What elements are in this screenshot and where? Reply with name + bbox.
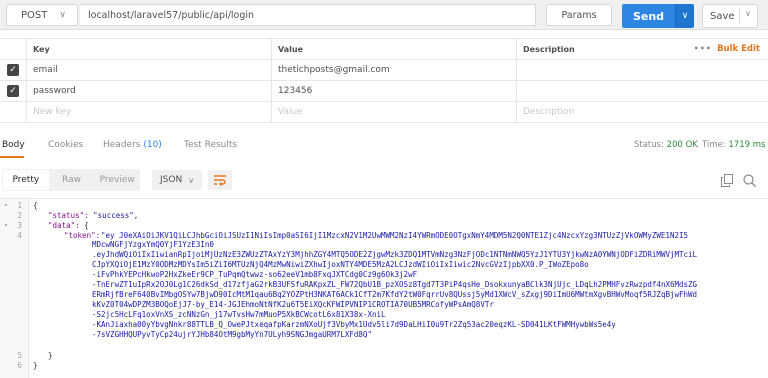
collapse-arrow-icon[interactable]: ▾	[4, 221, 8, 229]
more-options-icon[interactable]: •••	[694, 44, 712, 53]
url-input[interactable]: localhost/laravel57/public/api/login	[80, 4, 536, 26]
description-field[interactable]	[516, 81, 768, 101]
params-table-header: Key Value Description ••• Bulk Edit	[0, 38, 768, 60]
table-row: ✓ email thetichposts@gmail.com	[0, 60, 768, 81]
copy-icon[interactable]	[721, 174, 733, 187]
send-button[interactable]: Send	[622, 4, 675, 28]
raw-button[interactable]: Raw	[49, 170, 95, 190]
preview-button[interactable]: Preview	[94, 170, 140, 190]
key-column-header: Key	[26, 39, 271, 59]
response-tabs: Body Cookies Headers (10) Test Results S…	[0, 137, 768, 159]
chevron-down-icon: ∨	[188, 175, 195, 185]
json-line: "data": {	[48, 221, 89, 230]
status-indicator: Status: 200 OK	[634, 140, 698, 150]
value-column-header: Value	[271, 39, 516, 59]
tab-test-results[interactable]: Test Results	[184, 140, 237, 150]
json-close-brace: }	[48, 351, 53, 360]
token-value-line: -KAnJiaxha00yYbvgNnkr88TTLB_Q_OwePJtxeqa…	[92, 320, 616, 329]
request-bar: POST ∨ localhost/laravel57/public/api/lo…	[0, 0, 768, 30]
save-chevron-down-icon[interactable]: ∨	[745, 9, 751, 18]
save-button[interactable]: Save ∨	[702, 4, 758, 28]
line-number: 5	[17, 351, 22, 360]
save-divider	[739, 8, 740, 24]
table-row: ✓ password 123456	[0, 81, 768, 102]
time-indicator[interactable]: Time: 1719 ms	[702, 140, 765, 150]
line-number: 1	[17, 201, 22, 210]
value-field[interactable]: 123456	[271, 81, 516, 101]
time-value: 1719 ms	[728, 140, 766, 150]
json-line: "status": "success",	[48, 211, 139, 220]
token-value-line: -TnErwZT1uIpRx2OJ0Lg1C26dkSd_d17zfjaG2rk…	[92, 280, 698, 289]
headers-count-badge: (10)	[143, 140, 162, 150]
search-icon[interactable]	[743, 174, 756, 187]
wrap-icon[interactable]	[208, 170, 232, 190]
token-value-line: -iFvPhkYEPcHkwoP2HxZkeEr9CP_TuPqmQtwwz-s…	[92, 270, 418, 279]
key-field[interactable]: password	[26, 81, 271, 101]
line-number-gutter: 1 ▾ 2 3 ▾ 4 5 6	[0, 199, 29, 378]
params-table: Key Value Description ••• Bulk Edit ✓ em…	[0, 38, 768, 123]
save-label: Save	[710, 10, 735, 22]
pretty-button[interactable]: Pretty	[3, 170, 49, 190]
bulk-edit-link[interactable]: Bulk Edit	[717, 44, 760, 54]
collapse-arrow-icon[interactable]: ▾	[4, 201, 8, 209]
value-field[interactable]: thetichposts@gmail.com	[271, 60, 516, 80]
line-number: 3	[17, 221, 22, 230]
line-number: 6	[17, 361, 22, 370]
description-field[interactable]	[516, 60, 768, 80]
response-body[interactable]: 1 ▾ 2 3 ▾ 4 5 6 { "status": "success", "…	[0, 198, 768, 378]
method-select[interactable]: POST ∨	[6, 4, 78, 26]
token-value-line: MDcwNGFjYzgxYmQ0YjF1YzE3In0	[92, 240, 214, 249]
line-number: 2	[17, 211, 22, 220]
row-checkbox[interactable]: ✓	[7, 85, 19, 97]
new-key-input[interactable]: New key	[26, 102, 271, 122]
token-value-line: "ey J0eXAiOiJKV1QiLCJhbGciOiJSUzI1NiIsIm…	[101, 231, 688, 240]
token-value-line: CJpYXQiOjE1MzY0ODMzMDYsIm5iZiI6MTUzNjQ4M…	[92, 260, 589, 269]
description-column-header: Description ••• Bulk Edit	[516, 39, 768, 59]
tab-headers[interactable]: Headers (10)	[103, 140, 162, 150]
new-value-input[interactable]: Value	[271, 102, 516, 122]
token-value-line: -S2jc5HcLFq1oxVnXS_zcNNzGn_j17wTvsHw7mMu…	[92, 310, 386, 319]
token-value-line: .eyJhdWQiOiIxIiwianRpIjoiMjUzNzE3ZWUzZTA…	[92, 250, 698, 259]
row-checkbox[interactable]: ✓	[7, 64, 19, 76]
format-select[interactable]: JSON ∨	[152, 170, 202, 190]
line-number: 4	[17, 231, 22, 240]
key-field[interactable]: email	[26, 60, 271, 80]
params-button[interactable]: Params	[546, 4, 612, 26]
chevron-down-icon: ∨	[59, 10, 66, 20]
format-label: JSON	[160, 175, 183, 185]
active-tab-indicator	[0, 156, 24, 158]
method-label: POST	[21, 9, 48, 21]
new-description-input[interactable]: Description	[516, 102, 768, 122]
status-value: 200 OK	[666, 140, 698, 150]
token-value-line: kKvZ0T04wDPZM3BOQoEjJ7-by_E14-JGJEhmoNtN…	[92, 300, 494, 309]
token-value-line: ERmRjfBreF640BvIMbgOSYw7BjwD90IcMtM1qau6…	[92, 290, 698, 299]
new-param-row: New key Value Description	[0, 102, 768, 123]
json-open-brace: {	[33, 201, 38, 210]
send-options-chevron-icon[interactable]: ∨	[675, 4, 694, 28]
tab-body[interactable]: Body	[2, 140, 25, 150]
json-close-brace: }	[33, 361, 38, 370]
tab-cookies[interactable]: Cookies	[48, 140, 83, 150]
token-value-line: -7sVZGHHQUPyvTyCp24ujrYJHb84OtM9gbMyYn7U…	[92, 330, 372, 339]
view-mode-segment: Pretty Raw Preview	[2, 169, 140, 191]
format-toolbar: Pretty Raw Preview JSON ∨	[0, 167, 768, 193]
